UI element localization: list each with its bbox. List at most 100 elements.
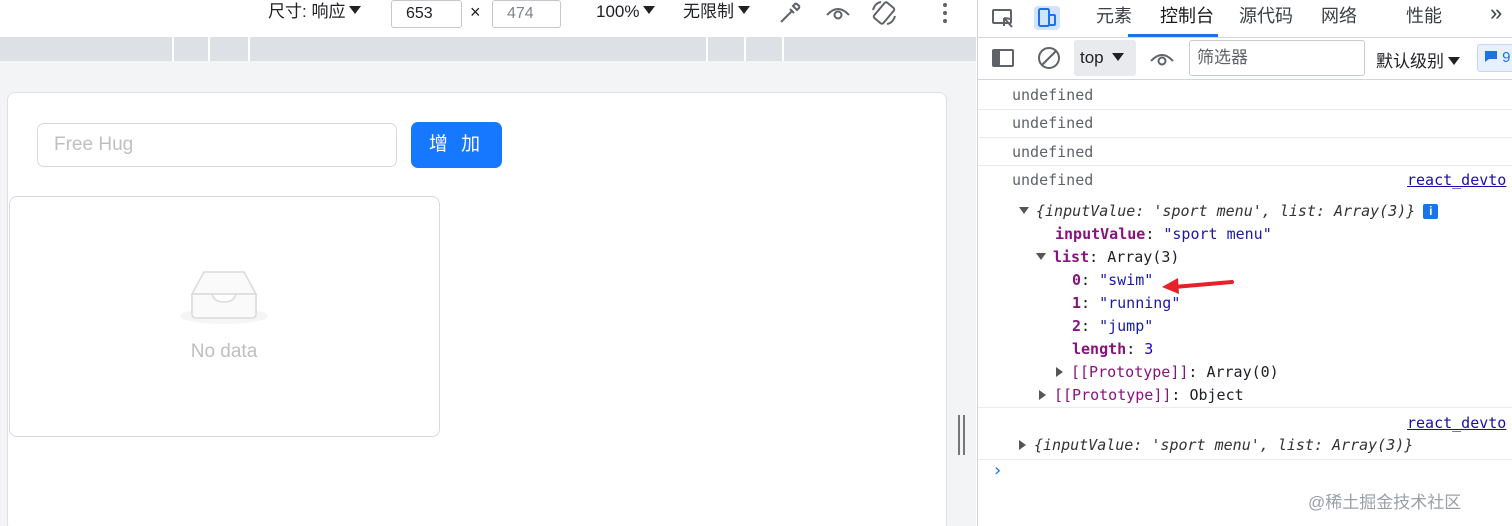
- source-link[interactable]: react_devto: [1407, 171, 1506, 189]
- tab-sources[interactable]: 源代码: [1239, 2, 1293, 28]
- caret-down-icon: [643, 6, 656, 14]
- sidebar-toggle-icon[interactable]: [990, 47, 1016, 71]
- caret-down-icon: [1448, 57, 1460, 65]
- ruler-segment: [208, 37, 210, 61]
- collapse-triangle-icon[interactable]: [1019, 440, 1026, 450]
- tab-performance[interactable]: 性能: [1406, 2, 1442, 28]
- item-index: 1: [1072, 294, 1082, 312]
- context-selector[interactable]: top: [1074, 40, 1136, 76]
- caret-down-icon: [738, 6, 750, 14]
- clear-console-icon[interactable]: [1036, 45, 1062, 71]
- rotate-icon[interactable]: [871, 0, 897, 26]
- info-icon[interactable]: i: [1423, 204, 1439, 219]
- ruler-segment: [706, 37, 708, 61]
- todo-input[interactable]: Free Hug: [37, 123, 397, 167]
- console-message: react_devto {inputValue: 'sport menu', l…: [978, 408, 1512, 460]
- prop-key: inputValue: [1055, 225, 1146, 243]
- vision-deficiency-icon[interactable]: [824, 1, 852, 25]
- console-prompt[interactable]: ›: [992, 460, 1003, 481]
- object-prototype[interactable]: [[Prototype]]: Object: [1039, 386, 1244, 404]
- screen: 尺寸: 响应 653 × 474 100% 无限制 Free Hug 增 加 N…: [0, 0, 1512, 526]
- tab-network[interactable]: 网络: [1321, 2, 1357, 28]
- zoom-label: 100%: [596, 2, 640, 21]
- console-toolbar: top 筛选器 默认级别 9: [978, 38, 1512, 80]
- watermark: @稀土掘金技术社区: [1308, 493, 1462, 512]
- source-link[interactable]: react_devto: [1407, 414, 1506, 432]
- log-level-dropdown[interactable]: 默认级别: [1376, 47, 1460, 72]
- throttle-dropdown[interactable]: 无限制: [683, 0, 750, 26]
- eyedropper-icon[interactable]: [777, 0, 803, 26]
- device-toolbar-toggle[interactable]: [1034, 6, 1060, 30]
- prop-value: Object: [1189, 386, 1244, 404]
- dimensions-dropdown[interactable]: 尺寸: 响应: [268, 0, 362, 26]
- ruler-segment: [744, 37, 746, 61]
- object-summary-collapsed[interactable]: {inputValue: 'sport menu', list: Array(3…: [1019, 436, 1413, 454]
- array-prototype[interactable]: [[Prototype]]: Array(0): [1056, 363, 1279, 381]
- object-summary[interactable]: {inputValue: 'sport menu', list: Array(3…: [1019, 202, 1439, 220]
- issues-count: 9: [1502, 49, 1511, 66]
- issues-badge[interactable]: 9: [1477, 44, 1512, 72]
- prop-inputValue: inputValue: "sport menu": [1055, 225, 1272, 243]
- empty-inbox-icon: [180, 271, 268, 324]
- caret-down-icon: [1111, 53, 1124, 61]
- panel-resize-handle[interactable]: [958, 415, 966, 455]
- prop-value: Array(0): [1206, 363, 1279, 381]
- ruler-segment: [782, 37, 784, 61]
- log-value: undefined: [1012, 143, 1094, 161]
- add-button[interactable]: 增 加: [411, 122, 502, 168]
- prop-value: 3: [1144, 340, 1154, 358]
- splitter-line: [958, 415, 960, 455]
- item-value: "jump": [1099, 317, 1154, 335]
- tab-elements[interactable]: 元素: [1096, 2, 1132, 28]
- dimensions-label: 尺寸: 响应: [268, 2, 346, 21]
- prop-key: [[Prototype]]: [1071, 363, 1189, 381]
- prop-key: length: [1072, 340, 1127, 358]
- collapse-triangle-icon[interactable]: [1039, 390, 1046, 400]
- inspect-element-icon[interactable]: [990, 6, 1016, 30]
- filter-input[interactable]: 筛选器: [1189, 40, 1365, 76]
- summary-close: }: [1406, 202, 1416, 220]
- message-icon: [1485, 51, 1497, 62]
- console-message: undefined: [978, 81, 1512, 110]
- item-value: "swim": [1099, 271, 1154, 289]
- console-message: undefined: [978, 138, 1512, 166]
- summary-value: Array(3): [1334, 202, 1407, 220]
- more-options-icon[interactable]: [936, 1, 954, 25]
- expand-triangle-icon[interactable]: [1019, 207, 1029, 214]
- summary-text: {inputValue: 'sport menu', list: Array(3…: [1034, 436, 1414, 454]
- log-value: undefined: [1012, 114, 1094, 132]
- log-value: undefined: [1012, 171, 1094, 189]
- prop-key: [[Prototype]]: [1054, 386, 1172, 404]
- prop-key: list: [1053, 248, 1090, 266]
- list-item: 2: "jump": [1072, 317, 1154, 335]
- times-symbol: ×: [470, 2, 481, 22]
- summary-value: 'sport menu': [1153, 202, 1262, 220]
- summary-key: inputValue: [1045, 202, 1136, 220]
- empty-state-text: No data: [190, 341, 258, 362]
- splitter-line: [963, 415, 965, 455]
- summary-key: list: [1279, 202, 1316, 220]
- device-toolbar: 尺寸: 响应 653 × 474 100% 无限制: [0, 0, 976, 36]
- item-value: "running": [1099, 294, 1181, 312]
- live-expression-icon[interactable]: [1148, 47, 1176, 71]
- active-tab-indicator: [1128, 34, 1218, 37]
- throttle-label: 无限制: [683, 2, 734, 21]
- prop-list[interactable]: list: Array(3): [1036, 248, 1179, 266]
- height-input[interactable]: 474: [492, 0, 561, 28]
- console-message: undefined react_devto: [978, 166, 1512, 194]
- item-index: 0: [1072, 271, 1082, 289]
- zoom-dropdown[interactable]: 100%: [596, 0, 656, 26]
- expand-triangle-icon[interactable]: [1036, 253, 1046, 260]
- console-message: undefined: [978, 110, 1512, 138]
- caret-down-icon: [349, 6, 362, 14]
- media-query-ruler[interactable]: [0, 37, 976, 61]
- collapse-triangle-icon[interactable]: [1056, 367, 1063, 377]
- more-tabs-button[interactable]: »: [1490, 0, 1502, 26]
- context-label: top: [1080, 48, 1104, 67]
- console-output: undefined undefined undefined undefined …: [978, 81, 1512, 526]
- red-arrow-annotation: [1162, 278, 1234, 294]
- tab-console[interactable]: 控制台: [1160, 2, 1214, 28]
- list-item: 1: "running": [1072, 294, 1181, 312]
- devtools-panel: 元素 控制台 源代码 网络 性能 » top 筛选器 默认级别 9 undefi…: [977, 0, 1512, 526]
- width-input[interactable]: 653: [391, 0, 462, 28]
